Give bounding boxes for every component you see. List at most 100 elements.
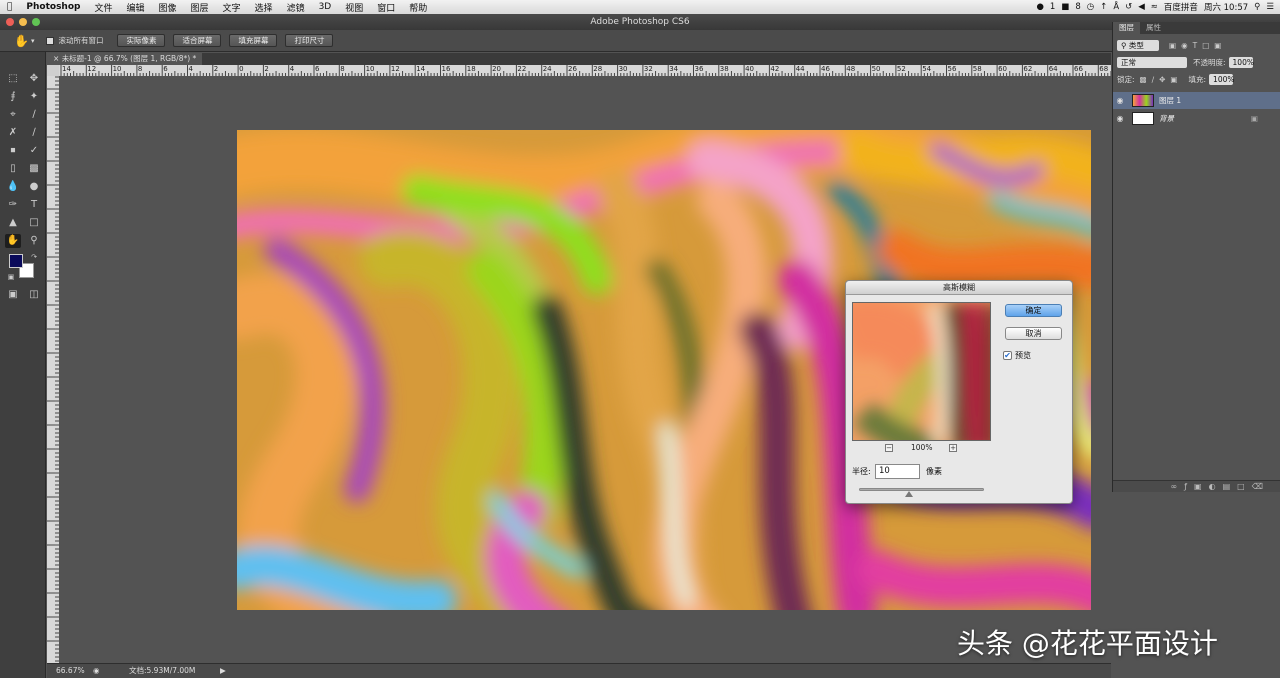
lasso-tool-icon[interactable]: ⨎ <box>5 90 21 104</box>
marquee-tool-icon[interactable]: ⬚ <box>5 72 21 86</box>
layer-filter-select[interactable]: ⚲ 类型 <box>1117 39 1159 51</box>
fit-screen-button[interactable]: 适合屏幕 <box>173 34 222 47</box>
brush-tool-icon[interactable]: ∕ <box>26 126 42 140</box>
zoom-level[interactable]: 66.67% <box>56 664 85 678</box>
print-size-button[interactable]: 打印尺寸 <box>285 34 334 47</box>
preview-checkbox[interactable]: ✔ <box>1003 351 1012 360</box>
blur-preview[interactable] <box>852 302 991 441</box>
path-selection-icon[interactable]: ▲ <box>5 216 21 230</box>
lock-icons[interactable]: ▩∕✥▣ <box>1140 75 1183 84</box>
visibility-eye-icon[interactable]: ◉ <box>1113 96 1127 105</box>
upload-icon[interactable]: ↑ <box>1100 2 1107 12</box>
vertical-ruler[interactable] <box>47 65 59 663</box>
swap-colors-icon[interactable]: ↷ <box>26 250 42 264</box>
delete-layer-icon[interactable]: ⌫ <box>1252 482 1270 491</box>
radius-slider-track[interactable] <box>859 488 984 491</box>
gradient-tool-icon[interactable]: ▩ <box>26 162 42 176</box>
eyedropper-icon[interactable]: ∕ <box>26 108 42 122</box>
layer-name[interactable]: 图层 1 <box>1159 95 1181 106</box>
status-menu-arrow-icon[interactable]: ▶ <box>220 664 226 678</box>
dodge-tool-icon[interactable]: ● <box>26 180 42 194</box>
close-tab-icon[interactable]: × <box>53 54 59 63</box>
zoom-in-icon[interactable]: + <box>949 444 957 452</box>
healing-brush-icon[interactable]: ✗ <box>5 126 21 140</box>
bluetooth-icon[interactable]: Å <box>1113 2 1119 12</box>
ruler-label: 14 <box>416 65 426 73</box>
menu-file[interactable]: 文件 <box>87 1 119 14</box>
clock[interactable]: 周六 10:57 <box>1204 1 1248 13</box>
blend-mode-select[interactable]: 正常 <box>1117 56 1187 68</box>
menu-filter[interactable]: 滤镜 <box>280 1 312 14</box>
minimize-window-icon[interactable] <box>19 18 27 26</box>
shape-tool-icon[interactable]: □ <box>26 216 42 230</box>
new-layer-icon[interactable]: □ <box>1237 482 1252 491</box>
add-mask-icon[interactable]: ▣ <box>1194 482 1209 491</box>
menu-help[interactable]: 帮助 <box>402 1 434 14</box>
foreground-color-swatch[interactable] <box>9 254 23 268</box>
tab-layers[interactable]: 图层 <box>1113 22 1140 34</box>
radius-input[interactable]: 10 <box>875 464 920 479</box>
new-group-icon[interactable]: ▤ <box>1223 482 1238 491</box>
ok-button[interactable]: 确定 <box>1005 304 1062 317</box>
input-method[interactable]: 百度拼音 <box>1164 1 1198 13</box>
scroll-all-windows-checkbox[interactable] <box>46 36 55 45</box>
ruler-origin[interactable] <box>47 65 59 76</box>
layer-name[interactable]: 背景 <box>1159 113 1174 124</box>
actual-pixels-button[interactable]: 实际像素 <box>117 34 166 47</box>
time-machine-icon[interactable]: ↺ <box>1125 2 1132 12</box>
menu-layer[interactable]: 图层 <box>184 1 216 14</box>
quick-mask-icon[interactable]: ▣ <box>5 288 21 302</box>
cancel-button[interactable]: 取消 <box>1005 327 1062 340</box>
zoom-out-icon[interactable]: − <box>885 444 893 452</box>
menu-edit[interactable]: 编辑 <box>119 1 151 14</box>
screen-mode-icon[interactable]: ◫ <box>26 288 42 302</box>
layer-row-background[interactable]: ◉ 背景 ▣ <box>1113 110 1280 127</box>
close-window-icon[interactable] <box>6 18 14 26</box>
link-layers-icon[interactable]: ∞ <box>1171 482 1185 491</box>
notification-icon[interactable]: ■ <box>1061 2 1069 12</box>
status-info-icon[interactable]: ◉ <box>93 664 100 678</box>
layer-row-layer1[interactable]: ◉ 图层 1 <box>1113 92 1280 109</box>
tool-preset-dropdown-icon[interactable]: ▾ <box>31 37 35 45</box>
layer-style-icon[interactable]: ƒ <box>1184 482 1194 491</box>
visibility-eye-icon[interactable]: ◉ <box>1113 114 1127 123</box>
adjustment-layer-icon[interactable]: ◐ <box>1209 482 1223 491</box>
hand-tool-icon[interactable]: ✋ <box>5 234 21 248</box>
menu-image[interactable]: 图像 <box>152 1 184 14</box>
opacity-input[interactable]: 100% <box>1228 56 1254 68</box>
move-tool-icon[interactable]: ✥ <box>26 72 42 86</box>
app-menu[interactable]: Photoshop <box>19 2 87 12</box>
document-tab[interactable]: × 未标题-1 @ 66.7% (图层 1, RGB/8*) * <box>47 53 203 65</box>
volume-icon[interactable]: ◀ <box>1138 2 1145 12</box>
menu-select[interactable]: 选择 <box>248 1 280 14</box>
ruler-label: 8 <box>137 65 143 73</box>
horizontal-ruler[interactable]: 14 12 10 8 6 4 2 0 2 4 6 8 10 12 14 16 18 20 22 24 26 28 30 32 3… <box>59 65 1111 76</box>
default-colors-icon[interactable]: ▣ <box>3 270 19 284</box>
type-tool-icon[interactable]: T <box>26 198 42 212</box>
radius-slider-thumb[interactable] <box>905 491 913 497</box>
fill-input[interactable]: 100% <box>1209 73 1235 85</box>
layer-filter-icons[interactable]: ▣◉T□▣ <box>1169 41 1226 50</box>
clone-stamp-icon[interactable]: ⏹ <box>5 144 21 158</box>
tab-properties[interactable]: 属性 <box>1140 22 1167 34</box>
timer-icon[interactable]: ◷ <box>1087 2 1094 12</box>
blur-tool-icon[interactable]: 💧 <box>5 180 21 194</box>
notification-center-icon[interactable]: ☰ <box>1266 2 1274 12</box>
pen-tool-icon[interactable]: ✑ <box>5 198 21 212</box>
menu-view[interactable]: 视图 <box>338 1 370 14</box>
menu-window[interactable]: 窗口 <box>370 1 402 14</box>
history-brush-icon[interactable]: ✓ <box>26 144 42 158</box>
fill-screen-button[interactable]: 填充屏幕 <box>229 34 278 47</box>
hand-tool-icon[interactable]: ✋ <box>14 34 29 48</box>
menu-type[interactable]: 文字 <box>216 1 248 14</box>
zoom-window-icon[interactable] <box>32 18 40 26</box>
apple-icon[interactable]:  <box>0 2 19 12</box>
magic-wand-icon[interactable]: ✦ <box>26 90 42 104</box>
crop-tool-icon[interactable]: ⌖ <box>5 108 21 122</box>
menu-3d[interactable]: 3D <box>312 2 339 12</box>
wifi-icon[interactable]: ≈ <box>1151 2 1158 12</box>
qq-icon[interactable]: ● <box>1036 2 1043 12</box>
zoom-tool-icon[interactable]: ⚲ <box>26 234 42 248</box>
search-icon[interactable]: ⚲ <box>1254 2 1260 12</box>
eraser-icon[interactable]: ▯ <box>5 162 21 176</box>
